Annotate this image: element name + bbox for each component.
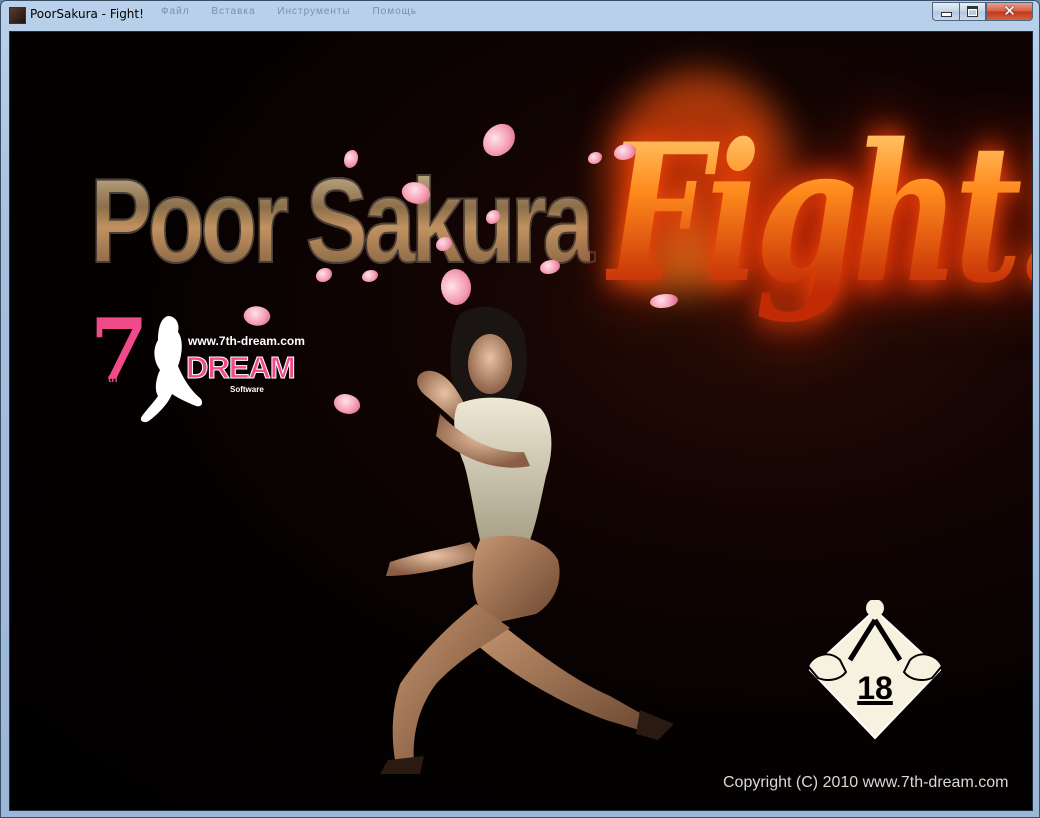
window-title: PoorSakura - Fight!	[30, 7, 144, 21]
character-figure	[380, 306, 674, 774]
maximize-icon	[967, 6, 978, 17]
logo-word: DREAM	[186, 350, 297, 386]
game-title-main: Poor Sakura	[89, 153, 595, 289]
copyright-text: Copyright (C) 2010 www.7th-dream.com	[723, 774, 1009, 791]
age-rating-label: 18	[857, 670, 893, 706]
caption-buttons: ✕	[932, 2, 1033, 21]
ghost-menu-item: Инструменты	[277, 6, 351, 17]
minimize-button[interactable]	[932, 2, 959, 21]
ghost-menu-item: Помощь	[372, 6, 418, 17]
petal-decoration	[588, 152, 602, 164]
close-icon: ✕	[1003, 2, 1016, 20]
game-title-fight: Fight!!	[606, 102, 1032, 325]
app-window: PoorSakura - Fight! Файл Вставка Инструм…	[0, 0, 1040, 818]
developer-logo[interactable]: 7 th www.7th-dream.com DREAM Software	[90, 300, 330, 435]
logo-th: th	[108, 374, 118, 385]
logo-sub: Software	[230, 385, 264, 394]
close-button[interactable]: ✕	[986, 2, 1033, 21]
logo-url: www.7th-dream.com	[188, 334, 305, 348]
maximize-button[interactable]	[959, 2, 986, 21]
title-bar[interactable]: PoorSakura - Fight! Файл Вставка Инструм…	[1, 1, 1039, 29]
ghost-menu-item: Вставка	[211, 6, 256, 17]
minimize-icon	[940, 12, 952, 17]
ghost-menu: Файл Вставка Инструменты Помощь	[161, 6, 435, 17]
app-icon[interactable]	[9, 7, 26, 24]
game-viewport[interactable]: Poor Sakura Fight!! 7 th www.7th-dream.c…	[9, 31, 1033, 811]
ghost-menu-item: Файл	[161, 6, 190, 17]
age-rating-badge: 18	[800, 599, 950, 745]
